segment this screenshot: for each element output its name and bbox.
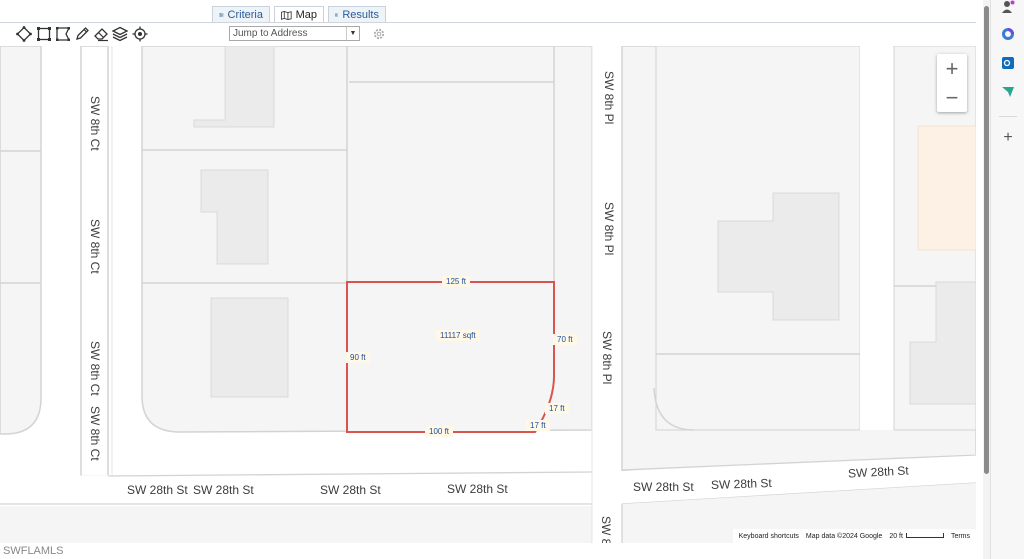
pencil-icon[interactable] bbox=[74, 26, 90, 42]
street-label-sw-8th-pl: SW 8th Pl bbox=[602, 71, 616, 125]
tab-criteria-label: Criteria bbox=[227, 9, 263, 21]
street-label-sw-28th-st: SW 28th St bbox=[633, 480, 694, 494]
street-label-sw-28th-st: SW 28th St bbox=[320, 483, 381, 497]
lasso-icon[interactable] bbox=[55, 26, 71, 42]
copilot-icon[interactable] bbox=[1001, 27, 1015, 41]
street-label-sw-8th-pl: SW 8th Pl bbox=[600, 331, 614, 385]
map-canvas[interactable]: SW 8th Ct SW 8th Ct SW 8th Ct SW 8th Ct … bbox=[0, 46, 976, 543]
tab-results-label: Results bbox=[342, 9, 379, 21]
map-tiles bbox=[0, 46, 976, 543]
map-data-credit: Map data ©2024 Google bbox=[805, 532, 883, 540]
map-icon bbox=[281, 10, 292, 20]
footer: SWFLAMLS bbox=[0, 543, 990, 559]
tab-criteria[interactable]: Criteria bbox=[212, 6, 270, 23]
street-label-sw-28th-st: SW 28th St bbox=[127, 483, 188, 497]
profile-icon[interactable] bbox=[1001, 0, 1015, 14]
rectangle-icon[interactable] bbox=[36, 26, 52, 42]
jump-to-address-select[interactable]: Jump to Address ▼ bbox=[229, 26, 360, 41]
zoom-in-button[interactable]: + bbox=[937, 54, 967, 83]
map-scale[interactable]: 20 ft bbox=[889, 533, 944, 540]
watermark: SWFLAMLS bbox=[3, 545, 64, 557]
parcel-top-length: 125 ft bbox=[442, 276, 471, 287]
sliders-icon bbox=[219, 13, 224, 17]
street-label-sw-8th-ct: SW 8th Ct bbox=[88, 219, 102, 274]
polygon-icon[interactable] bbox=[16, 26, 32, 42]
parcel-area: 11117 sqft bbox=[436, 330, 480, 341]
map-attribution: Keyboard shortcuts Map data ©2024 Google… bbox=[732, 529, 976, 543]
parcel-bottom-length: 100 ft bbox=[425, 426, 454, 437]
scale-bar bbox=[905, 533, 944, 539]
add-sidebar-app-button[interactable]: + bbox=[1001, 129, 1015, 146]
map-scale-label: 20 ft bbox=[889, 532, 903, 540]
jump-to-address-label: Jump to Address bbox=[233, 28, 308, 39]
scrollbar-thumb[interactable] bbox=[984, 6, 989, 474]
terms-link[interactable]: Terms bbox=[951, 533, 970, 540]
street-label-sw-8th-pl: SW 8th Pl bbox=[602, 202, 616, 256]
tab-map[interactable]: Map bbox=[274, 6, 324, 23]
eraser-icon[interactable] bbox=[93, 26, 109, 42]
toolbar-divider bbox=[0, 22, 976, 23]
outlook-icon[interactable] bbox=[1001, 56, 1015, 70]
layers-icon[interactable] bbox=[112, 26, 128, 42]
tab-map-label: Map bbox=[295, 9, 317, 21]
street-label-sw-28th-st: SW 28th St bbox=[193, 483, 254, 497]
table-icon bbox=[335, 13, 339, 17]
street-label-sw-8-cut: SW 8 bbox=[599, 516, 613, 543]
street-label-sw-28th-st: SW 28th St bbox=[447, 482, 508, 496]
keyboard-shortcuts-link[interactable]: Keyboard shortcuts bbox=[739, 533, 799, 540]
zoom-out-button[interactable]: − bbox=[937, 83, 967, 112]
parcel-right-length: 70 ft bbox=[553, 334, 577, 345]
parcel-corner-length: 17 ft bbox=[545, 403, 569, 414]
locate-icon[interactable] bbox=[132, 26, 148, 42]
send-icon[interactable] bbox=[1001, 85, 1015, 99]
zoom-control: + − bbox=[937, 54, 967, 112]
street-label-sw-8th-ct: SW 8th Ct bbox=[88, 96, 102, 151]
gear-icon[interactable] bbox=[372, 27, 386, 41]
browser-sidebar: + bbox=[990, 0, 1024, 559]
parcel-corner-length: 17 ft bbox=[526, 420, 550, 431]
street-label-sw-8th-ct: SW 8th Ct bbox=[88, 406, 102, 461]
tab-results[interactable]: Results bbox=[328, 6, 386, 23]
parcel-left-length: 90 ft bbox=[346, 352, 370, 363]
chevron-down-icon[interactable]: ▼ bbox=[346, 27, 359, 40]
top-bar: Criteria Map Results Jump to Address ▼ bbox=[0, 0, 990, 46]
sidebar-divider bbox=[999, 116, 1017, 117]
street-label-sw-8th-ct: SW 8th Ct bbox=[88, 341, 102, 396]
street-label-sw-28th-st: SW 28th St bbox=[710, 475, 772, 493]
